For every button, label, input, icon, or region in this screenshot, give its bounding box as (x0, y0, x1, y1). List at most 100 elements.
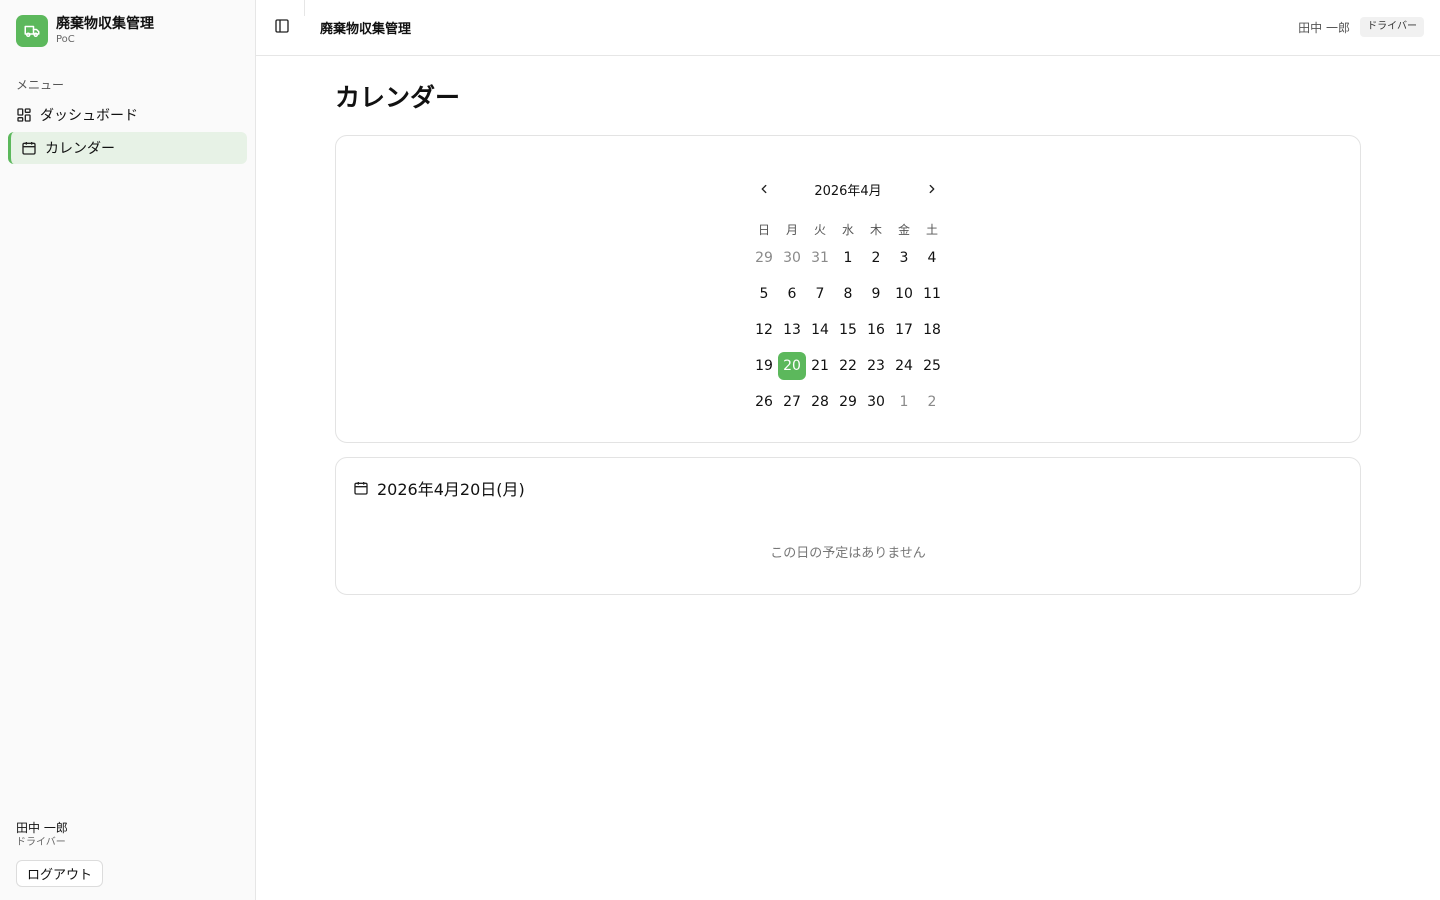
calendar-day[interactable]: 25 (918, 348, 946, 384)
weekday-label: 木 (869, 222, 882, 237)
calendar-day[interactable]: 31 (806, 240, 834, 276)
sidebar-item-dashboard[interactable]: ダッシュボード (8, 99, 247, 131)
calendar-day-number: 30 (783, 250, 801, 266)
weekday-label: 金 (897, 222, 910, 237)
weekday-label: 水 (841, 222, 854, 237)
empty-schedule-message: この日の予定はありません (770, 546, 926, 561)
calendar-day-number: 3 (899, 250, 909, 266)
calendar-day[interactable]: 29 (834, 384, 862, 420)
calendar-day[interactable]: 29 (750, 240, 778, 276)
calendar-day[interactable]: 1 (834, 240, 862, 276)
calendar-day[interactable]: 16 (862, 312, 890, 348)
calendar-day-number: 29 (839, 394, 857, 410)
calendar-day-number: 26 (755, 394, 773, 410)
calendar-day[interactable]: 7 (806, 276, 834, 312)
role-badge: ドライバー (1360, 17, 1424, 37)
calendar-day[interactable]: 18 (918, 312, 946, 348)
calendar-day-number: 17 (895, 322, 913, 338)
calendar-day[interactable]: 6 (778, 276, 806, 312)
calendar-day-number: 6 (787, 286, 797, 302)
calendar-day[interactable]: 9 (862, 276, 890, 312)
chevron-right-icon (925, 181, 939, 200)
brand-name: 廃棄物収集管理 (56, 16, 154, 32)
calendar-day[interactable]: 2 (862, 240, 890, 276)
calendar-week-row: 26 27 28 29 30 1 2 (750, 384, 946, 420)
selected-date-title: 2026年4月20日(月) (377, 480, 525, 499)
calendar-day[interactable]: 12 (750, 312, 778, 348)
calendar-day[interactable]: 5 (750, 276, 778, 312)
calendar-day[interactable]: 26 (750, 384, 778, 420)
calendar-day[interactable]: 3 (890, 240, 918, 276)
calendar-day[interactable]: 13 (778, 312, 806, 348)
calendar-day-number: 28 (811, 394, 829, 410)
weekday-label: 火 (813, 222, 826, 237)
sidebar-item-calendar[interactable]: カレンダー (8, 132, 247, 164)
calendar-day[interactable]: 14 (806, 312, 834, 348)
calendar-day-number: 13 (783, 322, 801, 338)
calendar-day[interactable]: 2 (918, 384, 946, 420)
calendar-week-row: 12 13 14 15 16 17 18 (750, 312, 946, 348)
weekday-label: 月 (785, 222, 798, 237)
header-title: 廃棄物収集管理 (320, 22, 412, 37)
calendar-day[interactable]: 11 (918, 276, 946, 312)
calendar-day[interactable]: 28 (806, 384, 834, 420)
calendar-day-number: 18 (923, 322, 941, 338)
calendar-day-number: 22 (839, 358, 857, 374)
calendar-day-number: 14 (811, 322, 829, 338)
calendar-day[interactable]: 8 (834, 276, 862, 312)
grid-icon (16, 107, 32, 123)
calendar-week-row: 5 6 7 8 9 10 11 (750, 276, 946, 312)
calendar-day-number: 8 (843, 286, 853, 302)
calendar-day-number: 2 (927, 394, 937, 410)
calendar-day[interactable]: 15 (834, 312, 862, 348)
calendar-month-label: 2026年4月 (814, 184, 882, 199)
calendar-day-number: 31 (811, 250, 829, 266)
calendar-day[interactable]: 24 (890, 348, 918, 384)
calendar-grid: 日月火水木金土 29 30 31 1 2 3 4 5 6 7 8 9 10 11 12 13 14 15 16 17 1… (750, 218, 946, 420)
calendar-day[interactable]: 23 (862, 348, 890, 384)
day-detail-card: 2026年4月20日(月) この日の予定はありません (335, 457, 1361, 595)
calendar-day-number: 11 (923, 286, 941, 302)
header-separator (304, 0, 305, 16)
weekday-label: 日 (757, 222, 770, 237)
calendar-icon (353, 480, 369, 496)
calendar-day-number: 12 (755, 322, 773, 338)
calendar-day-selected[interactable]: 20 (778, 348, 806, 384)
calendar-day-number: 27 (783, 394, 801, 410)
calendar-day-number: 15 (839, 322, 857, 338)
calendar-day[interactable]: 22 (834, 348, 862, 384)
user-name: 田中 一郎 (16, 821, 68, 835)
user-role: ドライバー (16, 837, 66, 848)
calendar-day-number: 4 (927, 250, 937, 266)
calendar-day[interactable]: 4 (918, 240, 946, 276)
menu-heading: メニュー (16, 78, 65, 92)
brand[interactable]: 廃棄物収集管理 PoC (16, 15, 154, 47)
brand-subtitle: PoC (56, 34, 75, 45)
calendar-day-number: 24 (895, 358, 913, 374)
sidebar-item-label: ダッシュボード (40, 108, 138, 124)
calendar-day[interactable]: 27 (778, 384, 806, 420)
calendar-day[interactable]: 30 (778, 240, 806, 276)
calendar-day-number: 16 (867, 322, 885, 338)
top-header: 廃棄物収集管理 田中 一郎 ドライバー (256, 0, 1440, 56)
calendar-day-number: 25 (923, 358, 941, 374)
calendar-day[interactable]: 10 (890, 276, 918, 312)
calendar-day[interactable]: 19 (750, 348, 778, 384)
calendar-day[interactable]: 21 (806, 348, 834, 384)
logout-button[interactable]: ログアウト (16, 860, 104, 887)
sidebar-toggle-button[interactable] (272, 18, 292, 38)
calendar-day[interactable]: 30 (862, 384, 890, 420)
calendar-week-row: 19 20 21 22 23 24 25 (750, 348, 946, 384)
calendar-day[interactable]: 1 (890, 384, 918, 420)
calendar-day[interactable]: 17 (890, 312, 918, 348)
calendar-day-number: 30 (867, 394, 885, 410)
next-month-button[interactable] (922, 180, 942, 200)
weekday-label: 土 (925, 222, 938, 237)
truck-icon (16, 15, 48, 47)
weekday-header-row: 日月火水木金土 (750, 218, 946, 240)
header-user-name: 田中 一郎 (1298, 21, 1350, 35)
calendar-icon (21, 140, 37, 156)
panel-left-icon (274, 18, 290, 38)
page-title: カレンダー (335, 83, 461, 112)
calendar-day-number: 1 (899, 394, 909, 410)
